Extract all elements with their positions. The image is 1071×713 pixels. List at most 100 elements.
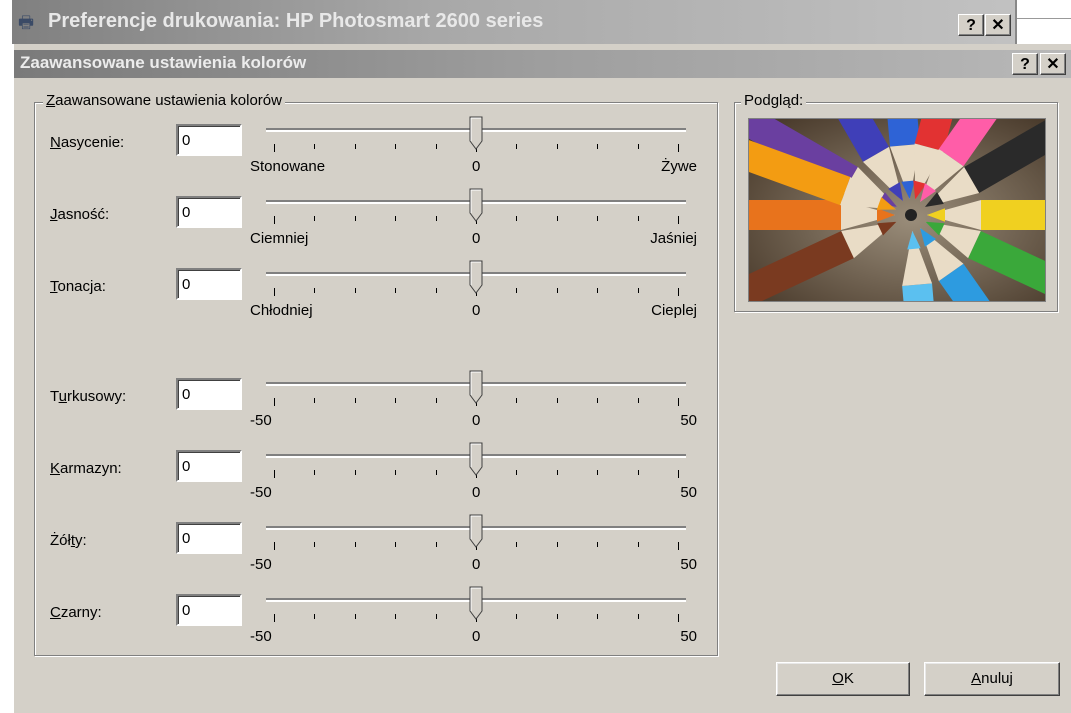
- slider-tick: [678, 542, 679, 550]
- pencil-body: [981, 200, 1045, 230]
- slider-tick: [314, 542, 316, 547]
- slider-tick: [395, 470, 397, 475]
- turkusowy-slider-thumb[interactable]: [469, 370, 483, 404]
- nasycenie-input[interactable]: [176, 124, 242, 156]
- slider-tick: [274, 542, 275, 550]
- slider-tick: [354, 144, 356, 149]
- nasycenie-min-label: Stonowane: [250, 158, 326, 175]
- slider-tick: [435, 216, 437, 221]
- tonacja-mid-label: 0: [472, 302, 481, 319]
- nasycenie-max-label: Żywe: [661, 158, 697, 175]
- slider-tick: [597, 470, 599, 475]
- outer-help-button[interactable]: ?: [958, 14, 984, 36]
- slider-tick: [435, 614, 437, 619]
- slider-tick: [354, 614, 356, 619]
- karmazyn-min-label: -50: [250, 484, 272, 501]
- czarny-label: Czarny:: [50, 604, 102, 621]
- slider-tick: [516, 614, 518, 619]
- slider-tick: [274, 144, 275, 152]
- czarny-max-label: 50: [680, 628, 697, 645]
- karmazyn-input[interactable]: [176, 450, 242, 482]
- jasnosc-input[interactable]: [176, 196, 242, 228]
- cancel-button[interactable]: Anuluj: [924, 662, 1060, 696]
- czarny-slider-thumb[interactable]: [469, 586, 483, 620]
- ok-button[interactable]: OK: [776, 662, 910, 696]
- jasnosc-slider-thumb[interactable]: [469, 188, 483, 222]
- tonacja-max-label: Cieplej: [651, 302, 697, 319]
- slider-tick: [678, 288, 679, 296]
- tonacja-slider-thumb[interactable]: [469, 260, 483, 294]
- slider-tick: [354, 288, 356, 293]
- slider-tick: [597, 542, 599, 547]
- slider-tick: [637, 398, 639, 403]
- dialog-title: Zaawansowane ustawienia kolorów: [20, 53, 307, 72]
- turkusowy-max-label: 50: [680, 412, 697, 429]
- slider-tick: [678, 470, 679, 478]
- nasycenie-label: Nasycenie:: [50, 134, 125, 151]
- slider-tick: [314, 398, 316, 403]
- outer-close-button[interactable]: ✕: [985, 14, 1011, 36]
- slider-tick: [516, 288, 518, 293]
- jasnosc-label: Jasność:: [50, 206, 110, 223]
- tonacja-input[interactable]: [176, 268, 242, 300]
- slider-tick: [637, 216, 639, 221]
- slider-tick: [314, 470, 316, 475]
- karmazyn-mid-label: 0: [472, 484, 481, 501]
- nasycenie-mid-label: 0: [472, 158, 481, 175]
- slider-tick: [678, 614, 679, 622]
- zolty-mid-label: 0: [472, 556, 481, 573]
- background-window-edge: [1015, 0, 1071, 44]
- slider-tick: [556, 288, 558, 293]
- dialog-close-button[interactable]: ✕: [1040, 53, 1066, 75]
- zolty-input[interactable]: [176, 522, 242, 554]
- turkusowy-min-label: -50: [250, 412, 272, 429]
- czarny-mid-label: 0: [472, 628, 481, 645]
- slider-tick: [274, 398, 275, 406]
- karmazyn-slider-thumb[interactable]: [469, 442, 483, 476]
- slider-tick: [556, 216, 558, 221]
- zolty-slider-thumb[interactable]: [469, 514, 483, 548]
- printer-icon: 🖶: [18, 13, 35, 32]
- slider-tick: [516, 398, 518, 403]
- slider-tick: [314, 288, 316, 293]
- slider-tick: [516, 542, 518, 547]
- slider-tick: [435, 288, 437, 293]
- tonacja-min-label: Chłodniej: [250, 302, 313, 319]
- slider-tick: [516, 216, 518, 221]
- slider-tick: [637, 470, 639, 475]
- slider-tick: [556, 542, 558, 547]
- zolty-label: Żółty:: [50, 532, 87, 549]
- slider-tick: [435, 398, 437, 403]
- slider-tick: [274, 470, 275, 478]
- slider-tick: [274, 288, 275, 296]
- turkusowy-input[interactable]: [176, 378, 242, 410]
- slider-tick: [314, 614, 316, 619]
- slider-tick: [637, 144, 639, 149]
- slider-tick: [556, 398, 558, 403]
- slider-tick: [678, 398, 679, 406]
- slider-tick: [354, 542, 356, 547]
- czarny-input[interactable]: [176, 594, 242, 626]
- karmazyn-label: Karmazyn:: [50, 460, 122, 477]
- slider-tick: [516, 470, 518, 475]
- dialog-help-button[interactable]: ?: [1012, 53, 1038, 75]
- colored-pencils-photo: [749, 119, 1045, 301]
- czarny-min-label: -50: [250, 628, 272, 645]
- slider-tick: [274, 216, 275, 224]
- preview-legend: Podgląd:: [741, 92, 807, 109]
- karmazyn-max-label: 50: [680, 484, 697, 501]
- slider-tick: [556, 144, 558, 149]
- slider-tick: [314, 144, 316, 149]
- slider-tick: [395, 216, 397, 221]
- slider-tick: [556, 614, 558, 619]
- color-settings-legend: Zaawansowane ustawienia kolorów: [43, 92, 285, 109]
- slider-tick: [597, 398, 599, 403]
- slider-tick: [637, 542, 639, 547]
- slider-tick: [435, 144, 437, 149]
- slider-tick: [274, 614, 275, 622]
- slider-tick: [556, 470, 558, 475]
- preview-image: [748, 118, 1046, 302]
- jasnosc-max-label: Jaśniej: [650, 230, 697, 247]
- zolty-max-label: 50: [680, 556, 697, 573]
- nasycenie-slider-thumb[interactable]: [469, 116, 483, 150]
